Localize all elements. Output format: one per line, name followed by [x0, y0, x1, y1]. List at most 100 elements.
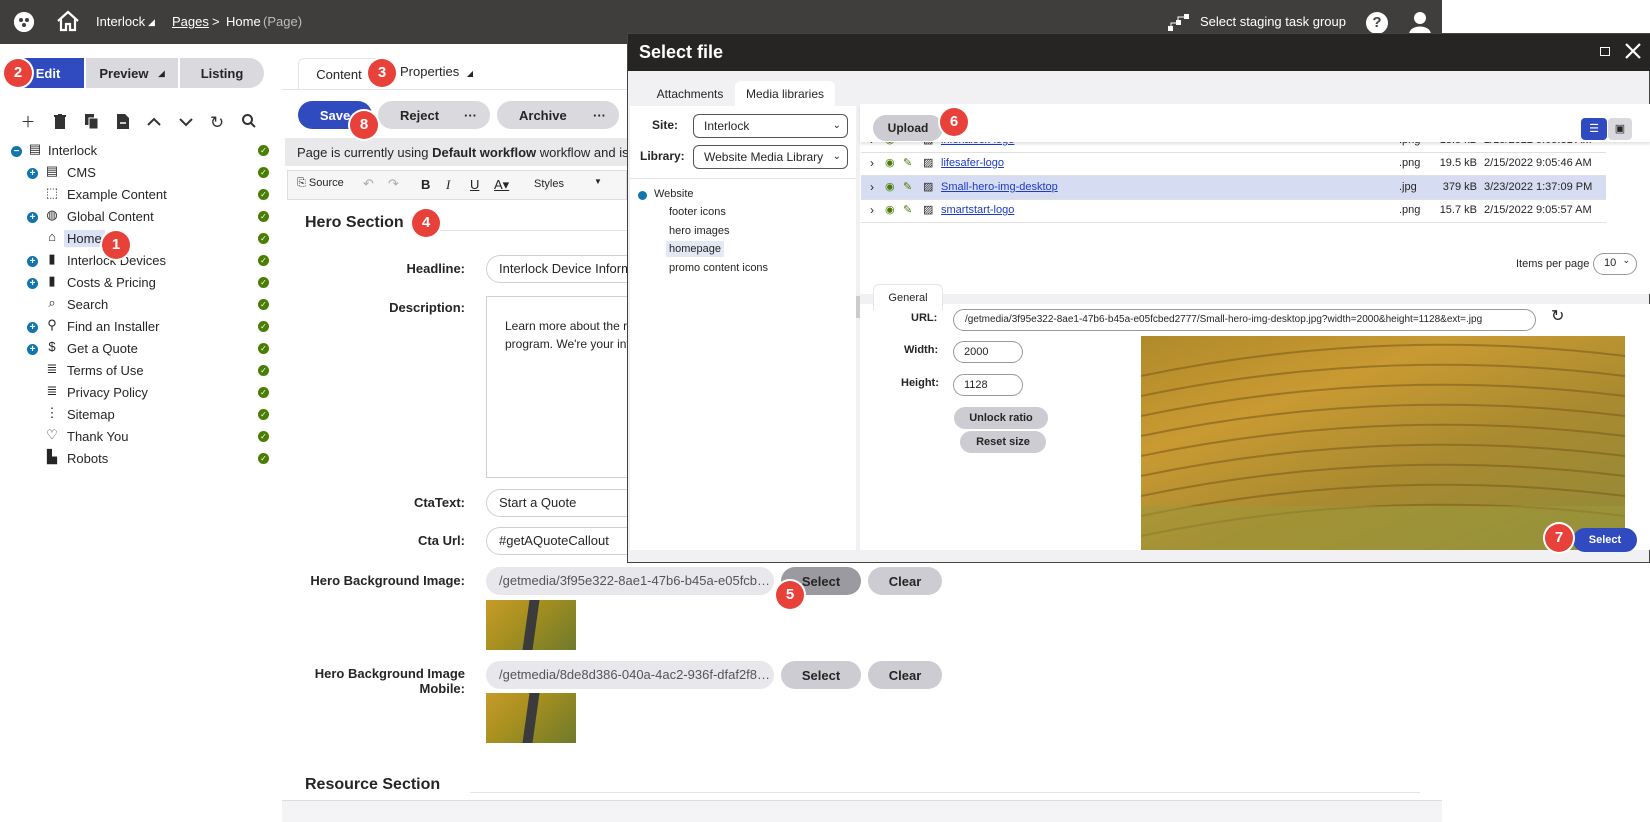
collapse-icon[interactable]: − [11, 146, 22, 157]
library-select[interactable]: Website Media Library ⌄ [693, 145, 848, 169]
hero-bg-field[interactable]: /getmedia/3f95e322-8ae1-47b6-b45a-e05fcb… [486, 567, 774, 595]
tree-item-interlock[interactable]: − ▤ Interlock ✓ [0, 140, 278, 162]
width-field[interactable]: 2000 [953, 341, 1023, 363]
view-icon[interactable]: ◉ [885, 180, 895, 193]
move-document-icon[interactable] [114, 114, 132, 132]
copy-icon[interactable] [83, 114, 101, 132]
breadcrumb-pages[interactable]: Pages [172, 14, 209, 29]
tree-item-privacy-policy[interactable]: ≣ Privacy Policy ✓ [0, 382, 278, 404]
underline-icon[interactable]: U [470, 177, 479, 192]
reset-size-button[interactable]: Reset size [960, 431, 1046, 453]
file-row[interactable]: › ◉ ✎ ▨ Small-hero-img-desktop .jpg 379 kB 3/23… [861, 176, 1606, 200]
height-field[interactable]: 1128 [953, 374, 1023, 396]
tree-item-thank-you[interactable]: ♡ Thank You ✓ [0, 426, 278, 448]
site-selector[interactable]: Interlock [96, 14, 145, 29]
tree-item-get-a-quote[interactable]: + $ Get a Quote ✓ [0, 338, 278, 360]
bold-icon[interactable]: B [421, 177, 430, 192]
expand-icon[interactable]: + [27, 278, 38, 289]
redo-icon[interactable]: ↷ [388, 176, 399, 192]
home-icon[interactable] [56, 10, 80, 35]
reject-button[interactable]: Reject ··· [378, 101, 490, 129]
upload-button[interactable]: Upload [873, 115, 943, 141]
expand-row-icon[interactable]: › [870, 156, 874, 170]
source-button[interactable]: ⎘ Source [297, 177, 344, 190]
hero-bg-mobile-label-line: Hero Background Image [314, 666, 465, 681]
tree-item-home[interactable]: ⌂ Home ✓ [0, 228, 278, 250]
expand-icon[interactable]: + [27, 212, 38, 223]
refresh-icon[interactable]: ↻ [208, 114, 226, 132]
file-row[interactable]: › ◉ ✎ ▨ smartstart-logo .png 15.7 kB 2/15/2022 … [861, 199, 1606, 223]
tab-media-libraries[interactable]: Media libraries [735, 81, 835, 107]
expand-icon[interactable]: + [27, 344, 38, 355]
tree-item-terms-of-use[interactable]: ≣ Terms of Use ✓ [0, 360, 278, 382]
archive-more-icon[interactable]: ··· [593, 108, 606, 123]
ctatext-field[interactable]: Start a Quote [486, 489, 627, 517]
tree-item-costs-pricing[interactable]: + ▮ Costs & Pricing ✓ [0, 272, 278, 294]
folder-item[interactable]: footer icons [669, 206, 726, 218]
folder-item-selected[interactable]: homepage [666, 241, 724, 257]
edit-icon[interactable]: ✎ [903, 180, 912, 193]
maximize-icon[interactable] [1600, 47, 1610, 56]
tree-item-example-content[interactable]: ⬚ Example Content ✓ [0, 184, 278, 206]
app-logo-icon[interactable] [14, 12, 34, 32]
tree-item-interlock-devices[interactable]: + ▮ Interlock Devices ✓ [0, 250, 278, 272]
hero-bg-mobile-clear-button[interactable]: Clear [868, 661, 942, 689]
expand-row-icon[interactable]: › [870, 203, 874, 217]
tree-item-robots[interactable]: ▙ Robots ✓ [0, 448, 278, 470]
unlock-ratio-button[interactable]: Unlock ratio [954, 407, 1048, 429]
tree-item-search[interactable]: ⌕ Search ✓ [0, 294, 278, 316]
file-name-link[interactable]: Small-hero-img-desktop [941, 181, 1058, 193]
site-select[interactable]: Interlock ⌄ [693, 114, 848, 138]
collapse-icon[interactable] [638, 191, 647, 200]
hero-bg-mobile-field[interactable]: /getmedia/8de8d386-040a-4ac2-936f-dfaf2f… [486, 661, 774, 689]
undo-icon[interactable]: ↶ [363, 176, 374, 192]
description-editor[interactable]: Learn more about the re program. We're y… [486, 296, 627, 478]
delete-icon[interactable] [51, 114, 69, 132]
staging-task-group-selector[interactable]: Select staging task group [1200, 14, 1346, 29]
ctaurl-field[interactable]: #getAQuoteCallout [486, 527, 627, 555]
tab-attachments[interactable]: Attachments [642, 81, 738, 107]
add-icon[interactable]: ＋ [19, 114, 37, 132]
listing-mode-button[interactable]: Listing [180, 58, 264, 88]
expand-icon[interactable]: + [27, 322, 38, 333]
edit-icon[interactable]: ✎ [903, 156, 912, 169]
items-per-page-select[interactable]: 10 ⌄ [1593, 253, 1637, 275]
styles-dropdown[interactable]: Styles ▼ [528, 176, 604, 194]
chevron-up-icon[interactable] [145, 114, 163, 132]
edit-icon[interactable]: ✎ [903, 203, 912, 216]
reject-more-icon[interactable]: ··· [464, 108, 477, 123]
hero-bg-clear-button[interactable]: Clear [868, 567, 942, 595]
archive-button[interactable]: Archive ··· [497, 101, 619, 129]
tree-item-global-content[interactable]: + ◍ Global Content ✓ [0, 206, 278, 228]
view-icon[interactable]: ◉ [885, 203, 895, 216]
expand-icon[interactable]: + [27, 256, 38, 267]
tree-item-sitemap[interactable]: ⋮ Sitemap ✓ [0, 404, 278, 426]
headline-field[interactable]: Interlock Device Inform [486, 255, 627, 283]
url-field[interactable]: /getmedia/3f95e322-8ae1-47b6-b45a-e05fcb… [953, 309, 1536, 331]
chevron-down-icon[interactable] [177, 114, 195, 132]
file-name-link[interactable]: lifesafer-logo [941, 157, 1004, 169]
tile-view-icon[interactable]: ▣ [1608, 118, 1632, 140]
search-icon[interactable] [240, 114, 258, 132]
folder-website[interactable]: Website [654, 188, 694, 200]
tree-item-find-an-installer[interactable]: + ⚲ Find an Installer ✓ [0, 316, 278, 338]
tab-general[interactable]: General [873, 284, 943, 310]
folder-item[interactable]: promo content icons [669, 262, 768, 274]
hero-bg-mobile-select-button[interactable]: Select [781, 661, 861, 689]
help-icon[interactable]: ? [1366, 12, 1388, 34]
file-name-link[interactable]: smartstart-logo [941, 204, 1014, 216]
close-icon[interactable] [1624, 42, 1642, 63]
view-icon[interactable]: ◉ [885, 156, 895, 169]
text-color-icon[interactable]: A▾ [494, 177, 509, 193]
tree-item-cms[interactable]: + ▤ CMS ✓ [0, 162, 278, 184]
refresh-url-icon[interactable]: ↻ [1551, 306, 1564, 326]
tab-properties[interactable]: Properties ◢ [400, 64, 473, 79]
file-row[interactable]: › ◉ ✎ ▨ lifesafer-logo .png 19.5 kB 2/15/2022 9… [861, 152, 1606, 176]
expand-icon[interactable]: + [27, 168, 38, 179]
dialog-select-button[interactable]: Select [1573, 528, 1637, 552]
list-view-icon[interactable]: ☰ [1581, 118, 1607, 140]
expand-row-icon[interactable]: › [870, 180, 874, 194]
folder-item[interactable]: hero images [669, 225, 730, 237]
preview-mode-button[interactable]: Preview ◢ [86, 58, 178, 88]
italic-icon[interactable]: I [446, 177, 450, 193]
